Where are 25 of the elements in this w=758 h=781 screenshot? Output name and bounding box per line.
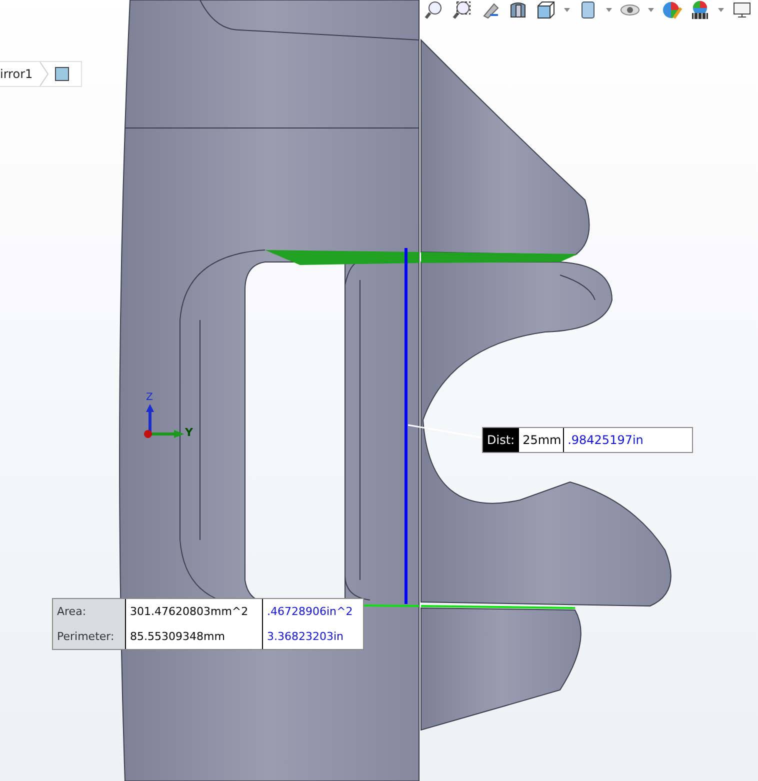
- measure-label: Perimeter:: [53, 624, 126, 649]
- caret-icon[interactable]: [648, 8, 654, 12]
- monitor-icon[interactable]: [732, 0, 752, 20]
- imperial-value: 3.36823203in: [266, 629, 345, 645]
- chevron-icon: [38, 62, 49, 86]
- distance-label: Dist:: [483, 428, 519, 452]
- section-view-icon[interactable]: [508, 0, 528, 20]
- caret-icon[interactable]: [718, 8, 724, 12]
- caret-icon[interactable]: [606, 8, 612, 12]
- metric-value: 25mm: [518, 428, 564, 452]
- part-icon[interactable]: [54, 67, 69, 81]
- appearance-icon[interactable]: [662, 0, 682, 20]
- caret-icon[interactable]: [564, 8, 570, 12]
- breadcrumb-item[interactable]: irror1: [0, 67, 33, 81]
- metric-value: 85.55309348mm: [126, 624, 263, 649]
- metric-value: 301.47620803mm^2: [126, 599, 263, 624]
- zoom-to-fit-icon[interactable]: [424, 0, 444, 20]
- scene-icon[interactable]: [690, 0, 710, 20]
- measure-label: Area:: [53, 599, 126, 624]
- axis-label: Z: [146, 392, 153, 403]
- axis-label: Y: [185, 426, 193, 439]
- zoom-area-icon[interactable]: [452, 0, 472, 20]
- view-orientation-icon[interactable]: [536, 0, 556, 20]
- imperial-value: .98425197in: [566, 432, 644, 449]
- imperial-value: .46728906in^2: [266, 604, 354, 620]
